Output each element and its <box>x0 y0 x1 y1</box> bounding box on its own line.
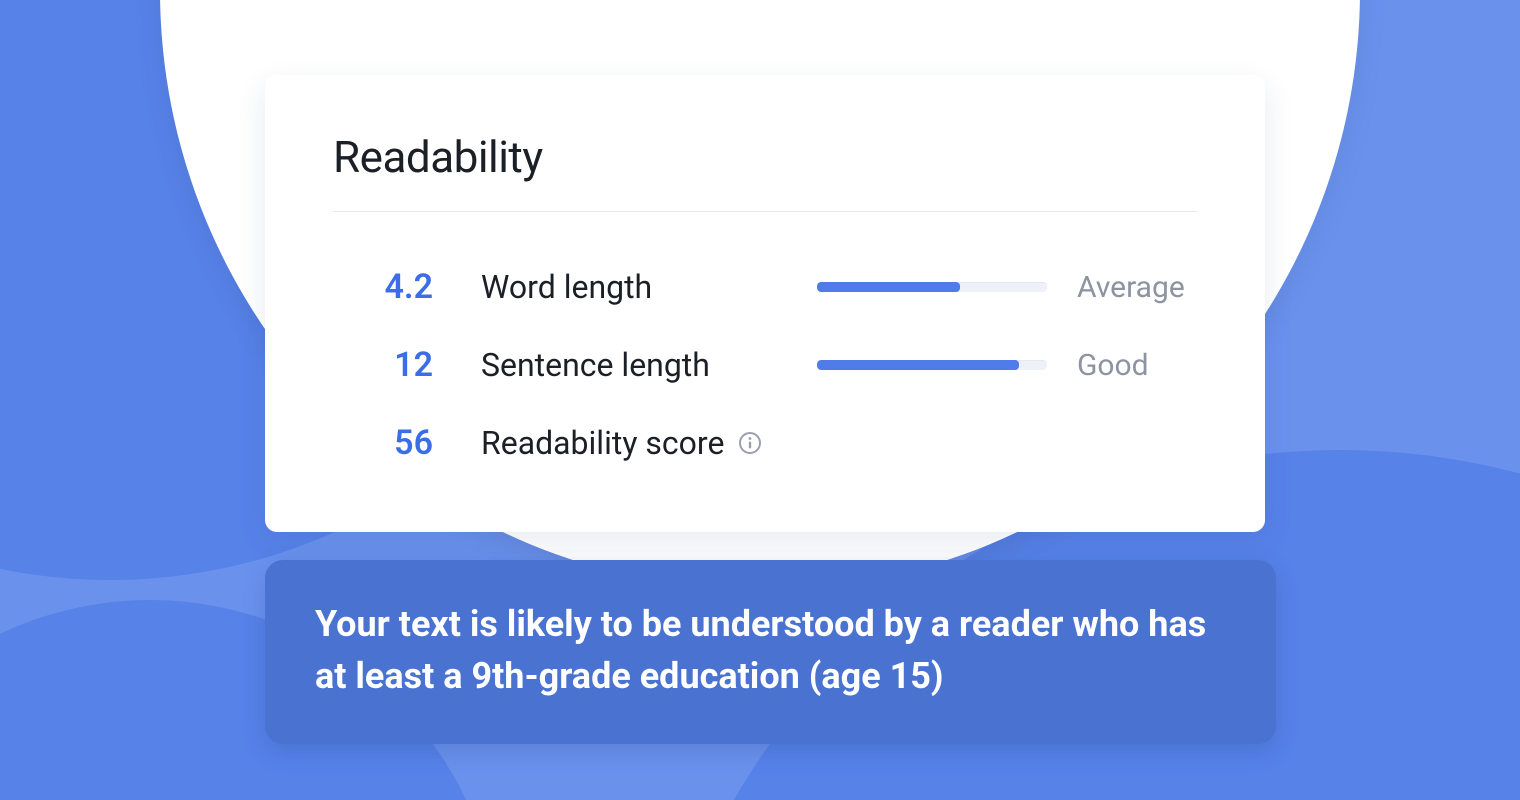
info-icon[interactable] <box>738 431 762 455</box>
metric-rating: Average <box>1047 270 1197 305</box>
metric-bar <box>817 282 1047 292</box>
metric-label-text: Word length <box>481 268 652 306</box>
metric-bar <box>817 360 1047 370</box>
card-title: Readability <box>333 131 1197 212</box>
metric-row-sentence-length: 12 Sentence length Good <box>333 326 1197 404</box>
metric-value: 56 <box>333 423 451 463</box>
metric-label: Readability score <box>451 424 762 462</box>
metric-label-text: Readability score <box>481 424 724 462</box>
metrics-list: 4.2 Word length Average 12 Sentence leng… <box>333 212 1197 482</box>
readability-card: Readability 4.2 Word length Average 12 S… <box>265 75 1265 532</box>
metric-bar-fill <box>817 282 960 292</box>
metric-row-word-length: 4.2 Word length Average <box>333 248 1197 326</box>
metric-label: Word length <box>451 268 652 306</box>
metric-row-readability-score: 56 Readability score <box>333 404 1197 482</box>
metric-label-text: Sentence length <box>481 346 710 384</box>
metric-label: Sentence length <box>451 346 710 384</box>
readability-tooltip: Your text is likely to be understood by … <box>265 560 1276 744</box>
metric-bar-fill <box>817 360 1019 370</box>
metric-rating: Good <box>1047 348 1197 383</box>
metric-value: 12 <box>333 345 451 385</box>
metric-value: 4.2 <box>333 267 451 307</box>
tooltip-text: Your text is likely to be understood by … <box>315 603 1206 697</box>
